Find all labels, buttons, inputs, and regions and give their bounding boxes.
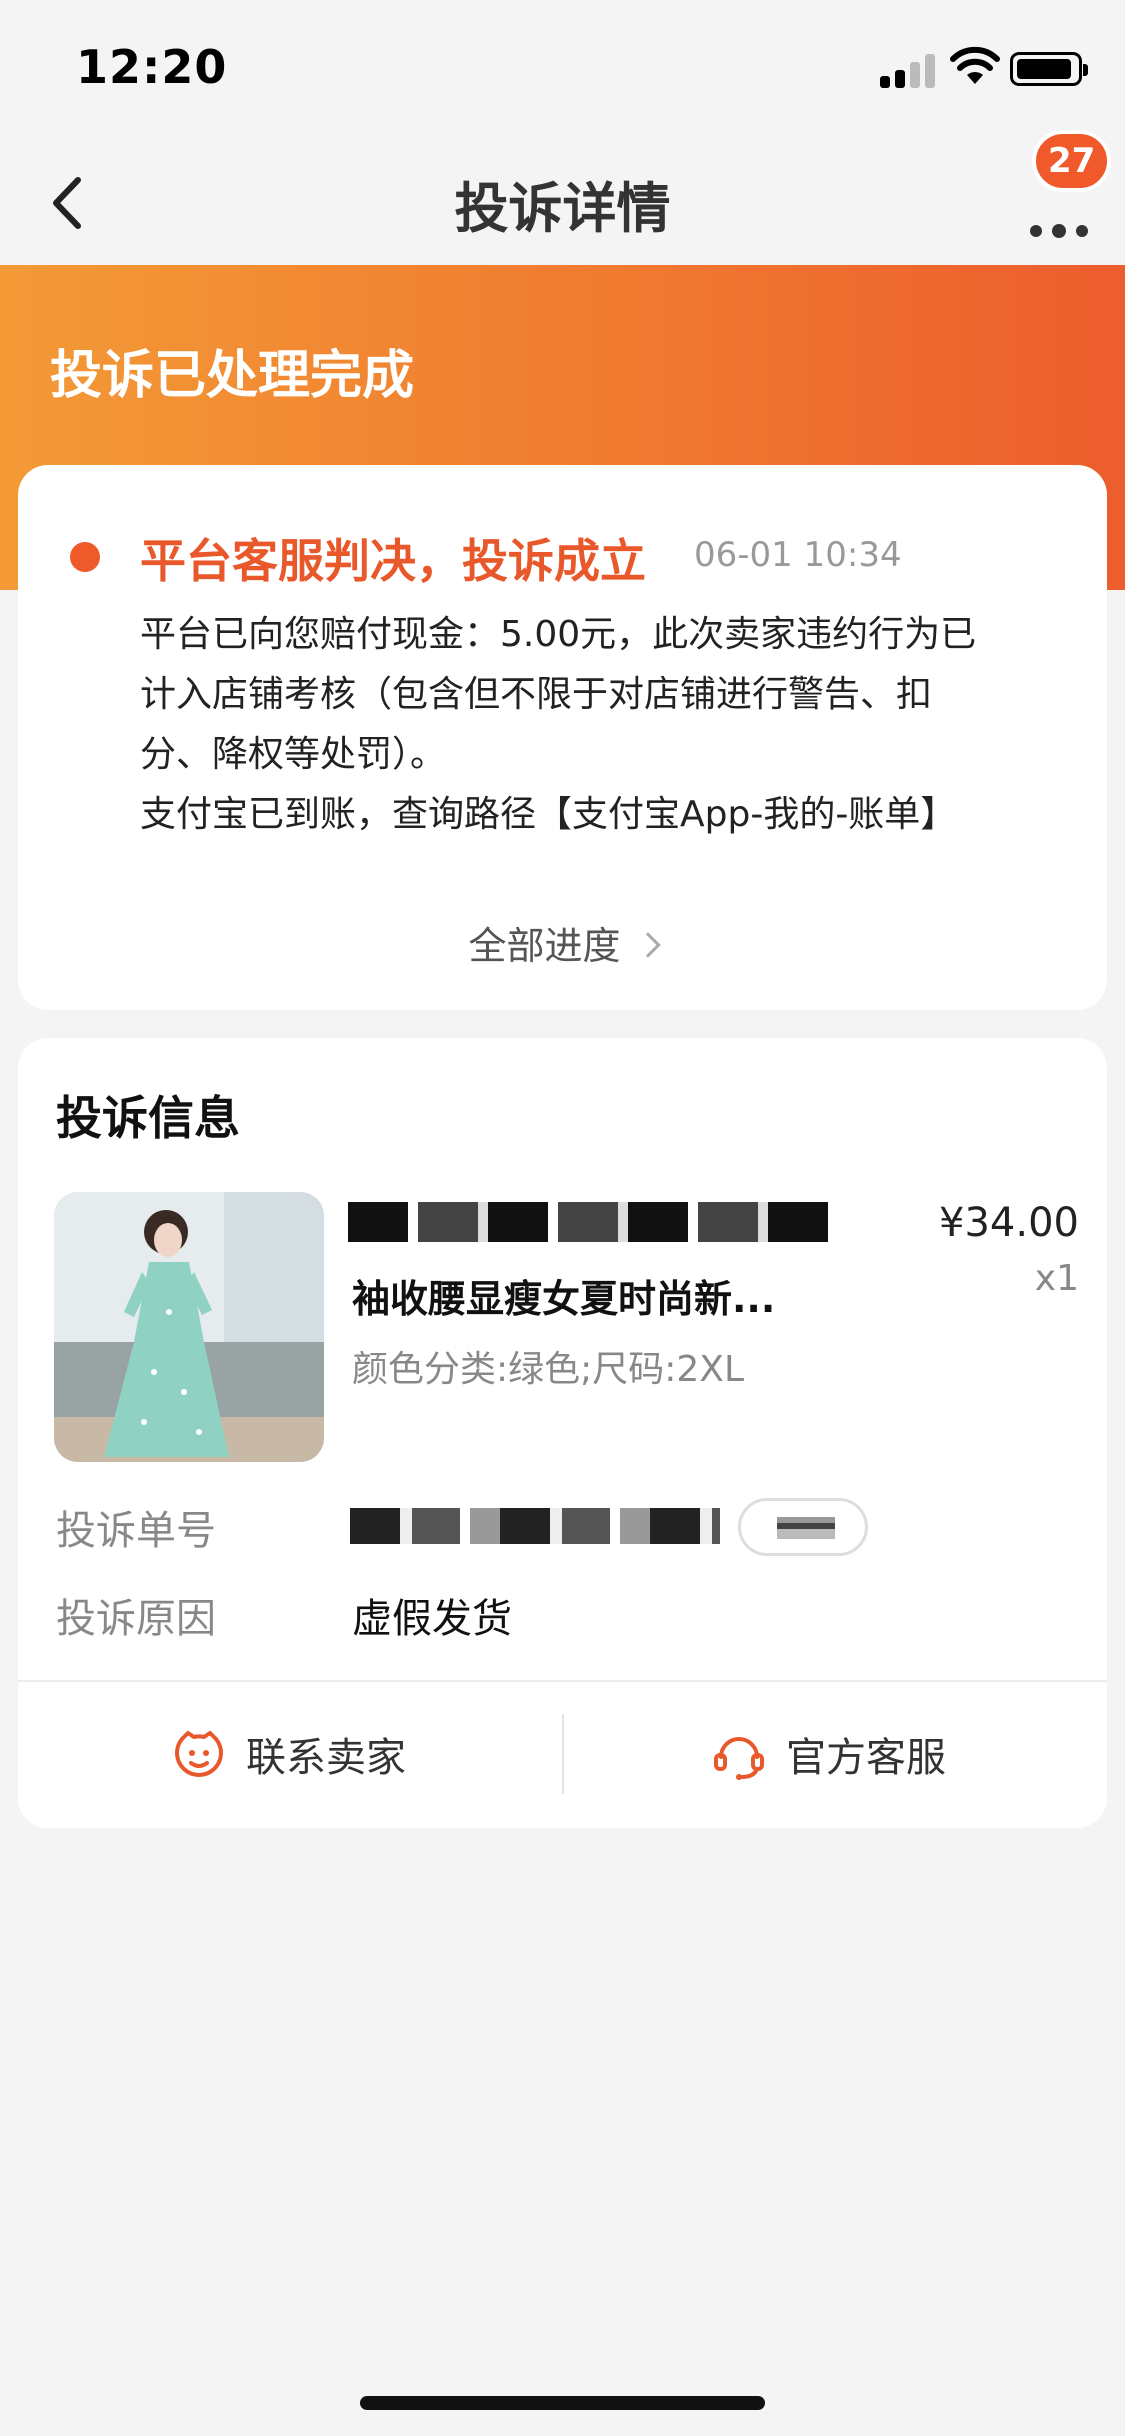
nav-bar: 投诉详情 (0, 140, 1125, 265)
complaint-reason-value: 虚假发货 (352, 1596, 512, 1642)
redacted-complaint-number (350, 1508, 720, 1544)
official-service-button[interactable]: 官方客服 (712, 1714, 946, 1794)
verdict-line: 平台已向您赔付现金：5.00元，此次卖家违约行为已 (140, 614, 977, 655)
complaint-info-card: 投诉信息 袖收腰显瘦女夏时尚新... 颜色分类:绿色;尺码:2XL ¥34.00… (18, 1038, 1107, 1828)
complaint-number-label: 投诉单号 (56, 1508, 216, 1554)
product-title[interactable]: 袖收腰显瘦女夏时尚新... (352, 1268, 775, 1323)
product-price: ¥34.00 (939, 1200, 1079, 1246)
status-time: 12:20 (76, 40, 228, 94)
all-progress-link[interactable]: 全部进度 (18, 915, 1107, 970)
contact-seller-label: 联系卖家 (246, 1735, 406, 1781)
complaint-reason-label: 投诉原因 (56, 1596, 216, 1642)
action-separator (562, 1714, 564, 1794)
contact-seller-button[interactable]: 联系卖家 (172, 1714, 406, 1794)
chevron-right-icon (634, 931, 661, 958)
progress-card: 平台客服判决，投诉成立 06-01 10:34 平台已向您赔付现金：5.00元，… (18, 465, 1107, 1010)
verdict-title: 平台客服判决，投诉成立 (140, 534, 646, 588)
status-dot-icon (70, 542, 100, 572)
wifi-icon (950, 46, 1000, 84)
verdict-description: 平台已向您赔付现金：5.00元，此次卖家违约行为已 计入店铺考核（包含但不限于对… (140, 605, 1080, 845)
message-count-badge[interactable]: 27 (1032, 130, 1112, 192)
banner-title: 投诉已处理完成 (50, 346, 415, 406)
redacted-text (348, 1202, 834, 1242)
product-spec: 颜色分类:绿色;尺码:2XL (352, 1349, 745, 1390)
copy-button[interactable] (738, 1498, 868, 1556)
product-image[interactable] (54, 1192, 324, 1462)
verdict-line: 分、降权等处罚）。 (140, 734, 447, 775)
headset-icon (714, 1737, 764, 1780)
verdict-line: 计入店铺考核（包含但不限于对店铺进行警告、扣 (140, 674, 933, 715)
status-bar: 12:20 (0, 0, 1125, 140)
home-indicator[interactable] (360, 2396, 765, 2410)
official-service-label: 官方客服 (786, 1735, 946, 1781)
battery-icon (1010, 52, 1088, 86)
divider (18, 1680, 1107, 1682)
dress-photo-illustration (54, 1192, 324, 1462)
all-progress-label: 全部进度 (468, 924, 621, 968)
page-title: 投诉详情 (454, 177, 671, 240)
section-title: 投诉信息 (56, 1091, 240, 1145)
cellular-signal-icon (880, 52, 938, 88)
verdict-time: 06-01 10:34 (694, 535, 902, 575)
product-quantity: x1 (1034, 1258, 1079, 1299)
seller-face-icon (175, 1731, 223, 1777)
verdict-line: 支付宝已到账，查询路径【支付宝App-我的-账单】 (140, 794, 957, 835)
